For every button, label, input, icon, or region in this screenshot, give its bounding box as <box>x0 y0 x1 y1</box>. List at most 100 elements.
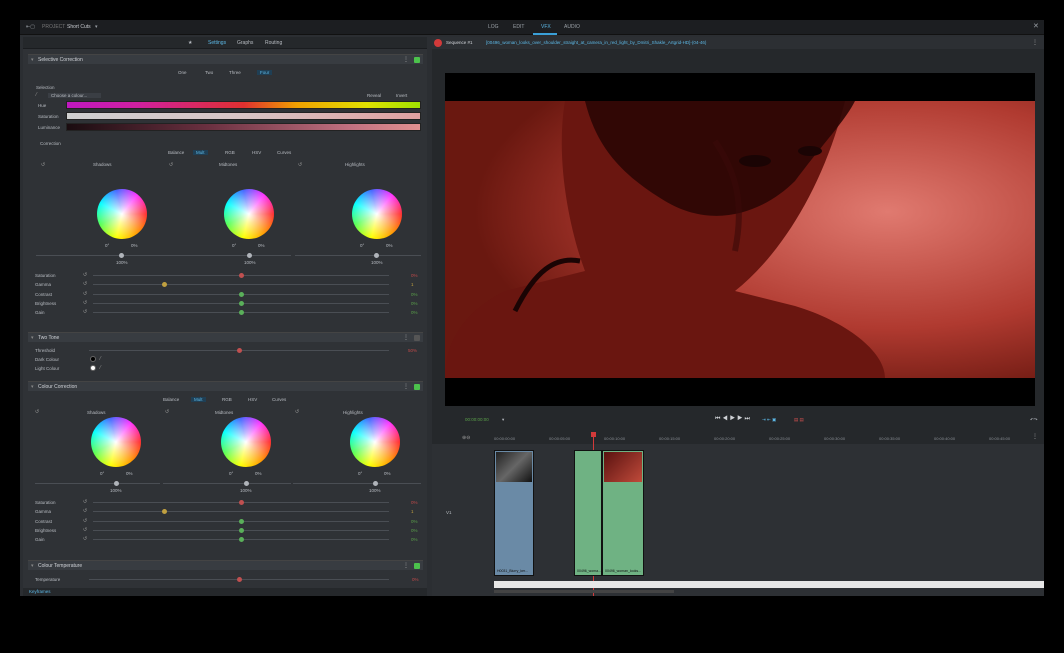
reset-icon[interactable]: ↺ <box>35 409 39 415</box>
temperature-knob[interactable] <box>237 577 242 582</box>
slider-knob[interactable] <box>162 282 168 288</box>
colour-temperature-header[interactable]: ▾ Colour Temperature ⋮ <box>28 560 423 570</box>
selective-correction-header[interactable]: ▾ Selective Correction ⋮ <box>28 54 423 64</box>
reveal-button[interactable]: Reveal <box>367 93 381 98</box>
tab-settings[interactable]: Settings <box>208 40 226 46</box>
luma-knob[interactable] <box>244 481 249 486</box>
choose-colour-dropdown[interactable]: Choose a colour... <box>48 93 102 98</box>
saturation-bar[interactable] <box>66 112 421 120</box>
collapse-icon[interactable]: ▾ <box>31 384 34 390</box>
timeline-scrollbar[interactable] <box>494 581 1044 588</box>
mode-hsv[interactable]: HSV <box>248 397 257 402</box>
slider-knob[interactable] <box>239 273 244 278</box>
slider-track[interactable] <box>93 284 389 286</box>
enable-toggle[interactable] <box>414 57 420 63</box>
reset-icon[interactable]: ↺ <box>83 527 87 533</box>
chevron-down-icon[interactable]: ▾ <box>502 417 504 423</box>
timeline-clip[interactable]: 00496_woman_looks... <box>602 450 644 576</box>
luma-knob[interactable] <box>119 253 124 258</box>
go-to-end-icon[interactable]: ⏭ <box>744 416 751 422</box>
reset-icon[interactable]: ↺ <box>298 162 302 168</box>
eyedropper-icon[interactable]: ⁄ <box>36 92 37 98</box>
collapse-icon[interactable]: ▾ <box>31 335 34 341</box>
mode-hsv[interactable]: HSV <box>252 150 261 155</box>
mode-audio[interactable]: AUDIO <box>564 24 580 30</box>
more-icon[interactable]: ⋮ <box>403 562 409 569</box>
more-icon[interactable]: ⋮ <box>403 383 409 390</box>
luminance-bar[interactable] <box>66 123 421 131</box>
luma-knob[interactable] <box>373 481 378 486</box>
luma-knob[interactable] <box>247 253 252 258</box>
slider-knob[interactable] <box>239 291 244 297</box>
slider-knob[interactable] <box>239 537 244 543</box>
mode-vfx[interactable]: VFX <box>541 24 551 30</box>
luma-track[interactable] <box>36 255 166 256</box>
mode-mult[interactable]: Mult <box>191 397 206 402</box>
viewer-timecode[interactable]: 00:00:00:00 <box>465 417 489 422</box>
exit-icon[interactable]: ⇤▢ <box>26 24 35 30</box>
luma-knob[interactable] <box>374 253 379 258</box>
reset-icon[interactable]: ↺ <box>83 272 87 278</box>
reset-icon[interactable]: ↺ <box>83 309 87 315</box>
timeline-clip[interactable]: H0031_Blurry_ker... <box>494 450 534 576</box>
enable-toggle[interactable] <box>414 384 420 390</box>
colour-wheel[interactable] <box>91 417 141 467</box>
hue-bar[interactable] <box>66 101 421 109</box>
dark-colour-swatch[interactable] <box>90 356 96 362</box>
tab-routing[interactable]: Routing <box>265 40 282 46</box>
colour-wheel[interactable] <box>350 417 400 467</box>
colour-correction-header[interactable]: ▾ Colour Correction ⋮ <box>28 381 423 391</box>
slider-knob[interactable] <box>239 300 244 306</box>
mode-rgb[interactable]: RGB <box>222 397 232 402</box>
chevron-down-icon[interactable]: ▾ <box>95 24 98 30</box>
mode-rgb[interactable]: RGB <box>225 150 235 155</box>
undo-redo-icon[interactable]: ↶↷ <box>1030 417 1038 423</box>
mode-balance[interactable]: Balance <box>163 397 179 402</box>
preset-two[interactable]: Two <box>205 70 213 75</box>
colour-wheel[interactable] <box>221 417 271 467</box>
more-icon[interactable]: ⋮ <box>403 334 409 341</box>
two-tone-header[interactable]: ▾ Two Tone ⋮ <box>28 332 423 342</box>
reset-icon[interactable]: ↺ <box>83 508 87 514</box>
more-icon[interactable]: ⋮ <box>1032 433 1038 440</box>
reset-icon[interactable]: ↺ <box>83 536 87 542</box>
timeline-clip[interactable]: 00496_woma... <box>574 450 602 576</box>
reset-icon[interactable]: ↺ <box>295 409 299 415</box>
sequence-label[interactable]: Sequence #1 <box>446 40 473 45</box>
more-icon[interactable]: ⋮ <box>403 56 409 63</box>
luma-track[interactable] <box>295 255 421 256</box>
timeline-zoom-bar[interactable] <box>494 590 674 593</box>
light-colour-swatch[interactable] <box>90 365 96 371</box>
reset-icon[interactable]: ↺ <box>83 518 87 524</box>
mode-curves[interactable]: Curves <box>272 397 286 402</box>
reset-icon[interactable]: ↺ <box>83 281 87 287</box>
slider-knob[interactable] <box>239 310 244 316</box>
mode-mult[interactable]: Mult <box>193 150 208 155</box>
reset-icon[interactable]: ↺ <box>41 162 45 168</box>
collapse-icon[interactable]: ▾ <box>31 563 34 569</box>
threshold-knob[interactable] <box>237 348 242 353</box>
eyedropper-icon[interactable]: ⁄ <box>100 365 101 371</box>
slider-knob[interactable] <box>239 500 244 505</box>
colour-wheel[interactable] <box>352 189 402 239</box>
more-icon[interactable]: ⋮ <box>1032 39 1038 46</box>
luma-track[interactable] <box>166 255 291 256</box>
luma-track[interactable] <box>293 483 421 484</box>
luma-knob[interactable] <box>114 481 119 486</box>
slider-track[interactable] <box>93 511 389 513</box>
mark-in-icon[interactable]: ⇥ ⇤ ▣ <box>762 417 776 423</box>
tab-star-icon[interactable]: ★ <box>188 40 192 46</box>
keyframes-label[interactable]: Keyframes <box>29 589 51 594</box>
invert-button[interactable]: Invert <box>396 93 407 98</box>
reset-icon[interactable]: ↺ <box>83 499 87 505</box>
mode-balance[interactable]: Balance <box>168 150 184 155</box>
enable-toggle[interactable] <box>414 563 420 569</box>
close-icon[interactable]: ✕ <box>1033 22 1039 30</box>
zoom-icon[interactable]: ⊕⊖ <box>462 435 470 441</box>
colour-wheel[interactable] <box>97 189 147 239</box>
reset-icon[interactable]: ↺ <box>83 291 87 297</box>
enable-toggle[interactable] <box>414 335 420 341</box>
project-name[interactable]: Short Cuts <box>67 24 91 30</box>
mode-edit[interactable]: EDIT <box>513 24 524 30</box>
luma-track[interactable] <box>163 483 291 484</box>
